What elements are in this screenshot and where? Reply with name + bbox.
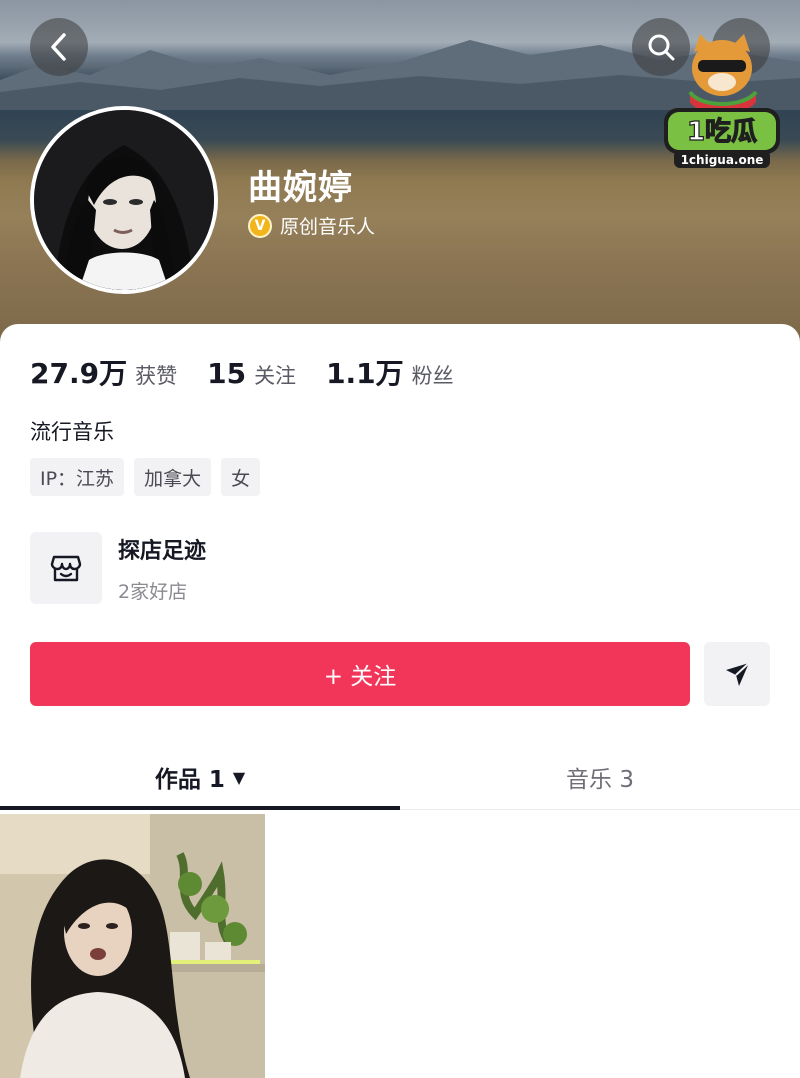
store-title: 探店足迹 [118,538,207,564]
stat-value: 1.1万 [326,357,404,390]
verification-row: V 原创音乐人 [248,212,375,239]
tab-works-label: 作品 1 [154,767,225,793]
store-icon-box [30,532,102,604]
svg-text:1吃瓜: 1吃瓜 [687,117,757,147]
share-icon [726,662,750,686]
content-tabs: 作品 1 ▼ 音乐 3 [0,744,800,810]
svg-text:1chigua.one: 1chigua.one [681,153,764,167]
stat-label: 粉丝 [411,364,454,388]
tab-music[interactable]: 音乐 3 [400,744,800,810]
profile-bio: 流行音乐 [30,420,114,444]
tag-location: 加拿大 [134,458,212,496]
stat-likes[interactable]: 27.9万 获赞 [30,352,177,392]
share-button[interactable] [704,642,770,706]
tab-music-label: 音乐 3 [566,767,634,793]
store-text: 探店足迹 2家好店 [118,533,206,604]
video-thumbnail-image [0,814,265,1078]
stat-following[interactable]: 15 关注 [207,357,296,390]
tag-list: IP：江苏 加拿大 女 [30,458,261,496]
active-tab-indicator [0,806,400,810]
stat-label: 获赞 [135,364,178,388]
store-subtitle: 2家好店 [118,580,188,603]
follow-button[interactable]: + 关注 [30,642,690,706]
tag-gender: 女 [221,458,261,496]
tab-works[interactable]: 作品 1 ▼ [0,744,400,810]
stats-row: 27.9万 获赞 15 关注 1.1万 粉丝 [30,352,484,392]
verified-badge-icon: V [248,213,272,238]
profile-sheet: 27.9万 获赞 15 关注 1.1万 粉丝 流行音乐 IP：江苏 加拿大 女 … [0,324,800,1078]
store-visits-entry[interactable]: 探店足迹 2家好店 [30,532,206,604]
avatar[interactable] [30,106,218,294]
watermark-logo: 1吃瓜 1chigua.one [664,34,780,168]
stat-value: 15 [207,357,247,390]
store-icon [50,555,82,582]
stat-value: 27.9万 [30,357,128,390]
tag-ip: IP：江苏 [30,458,125,496]
dropdown-triangle-icon: ▼ [232,767,246,787]
stat-label: 关注 [254,364,297,388]
profile-name: 曲婉婷 [248,168,353,208]
stat-followers[interactable]: 1.1万 粉丝 [326,352,454,392]
back-button[interactable] [30,18,88,76]
back-arrow-icon [51,33,66,61]
avatar-portrait [34,110,214,290]
video-thumbnail[interactable] [0,814,265,1078]
verification-text: 原创音乐人 [280,216,376,238]
